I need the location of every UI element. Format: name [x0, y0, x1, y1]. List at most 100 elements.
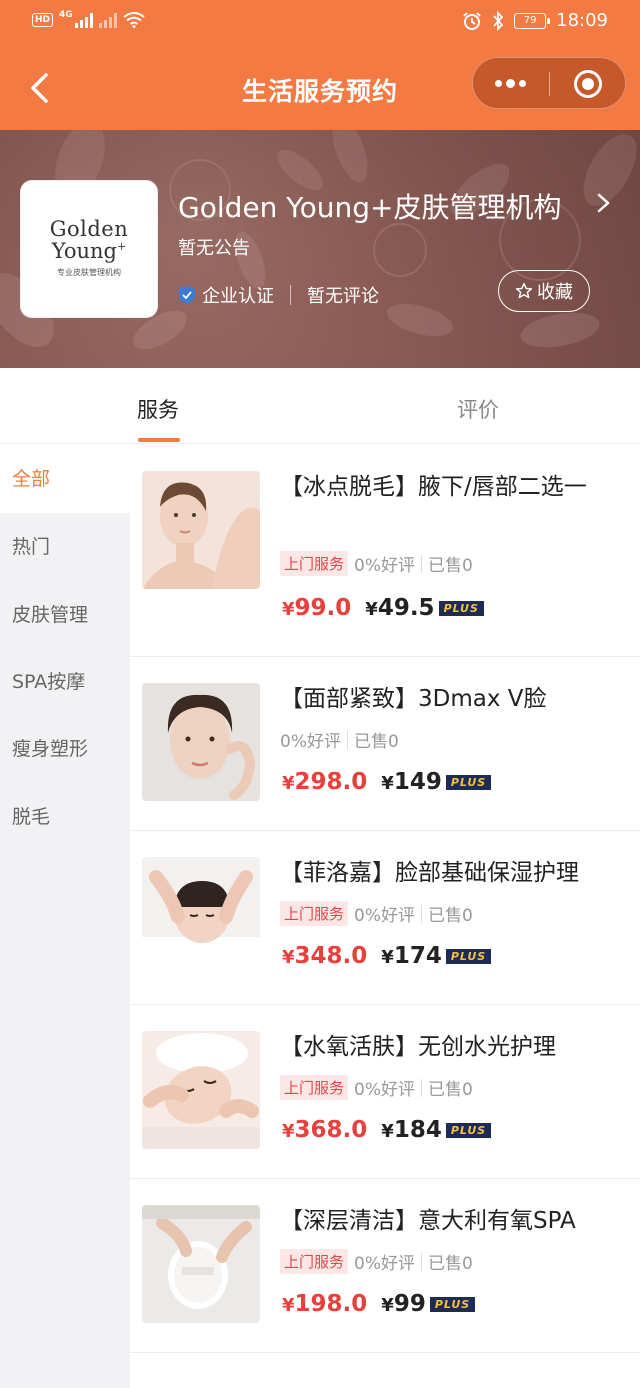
tab-bar: 服务 评价: [0, 368, 640, 444]
product-item[interactable]: 【水氧活肤】无创水光护理 上门服务 0%好评 已售0 ¥368.0 ¥184 P…: [130, 1005, 640, 1179]
price-row: ¥198.0 ¥99 PLUS: [282, 1291, 476, 1317]
shop-name[interactable]: Golden Young+皮肤管理机构: [178, 186, 562, 226]
status-bar: HD 4G 79 18:09: [0, 0, 640, 44]
category-hot[interactable]: 热门: [0, 513, 130, 581]
rating-text: 0%好评: [354, 1080, 415, 1100]
rating-text: 0%好评: [354, 556, 415, 576]
product-image: [142, 857, 260, 975]
sold-count: 已售0: [353, 732, 399, 752]
product-item[interactable]: 【深层清洁】意大利有氧SPA 上门服务 0%好评 已售0 ¥198.0 ¥99 …: [130, 1179, 640, 1353]
meta-divider: [421, 1078, 422, 1097]
favorite-button[interactable]: 收藏: [498, 270, 590, 312]
price-row: ¥368.0 ¥184 PLUS: [282, 1117, 492, 1143]
logo-text-2: Young+: [51, 239, 127, 263]
category-hair-removal[interactable]: 脱毛: [0, 783, 130, 851]
product-image: [142, 471, 260, 589]
plus-price: ¥184: [381, 1117, 442, 1143]
price: ¥198.0: [282, 1291, 368, 1317]
product-image: [142, 683, 260, 801]
home-service-tag: 上门服务: [280, 1075, 349, 1100]
review-label: 暂无评论: [307, 286, 379, 307]
price: ¥348.0: [282, 943, 368, 969]
battery-icon: 79: [514, 12, 551, 29]
cert-label: 企业认证: [202, 286, 274, 307]
logo-text-1: Golden: [49, 217, 129, 241]
shop-notice: 暂无公告: [178, 238, 250, 259]
product-item[interactable]: 【冰点脱毛】腋下/唇部二选一 上门服务 0%好评 已售0 ¥99.0 ¥49.5…: [130, 445, 640, 657]
close-miniprogram-icon[interactable]: [574, 70, 602, 98]
alarm-icon: [463, 11, 481, 30]
product-meta: 上门服务 0%好评 已售0: [280, 1249, 473, 1274]
plus-badge: PLUS: [438, 601, 484, 616]
cert-divider: [290, 285, 291, 305]
category-skin-care[interactable]: 皮肤管理: [0, 581, 130, 649]
chevron-right-icon[interactable]: [596, 192, 612, 214]
bluetooth-icon: [493, 10, 504, 31]
meta-divider: [346, 730, 348, 749]
home-service-tag: 上门服务: [280, 901, 349, 926]
category-body-shaping[interactable]: 瘦身塑形: [0, 715, 130, 783]
nav-bar: 生活服务预约: [0, 44, 640, 130]
product-title: 【菲洛嘉】脸部基础保湿护理: [280, 860, 579, 886]
plus-badge: PLUS: [445, 775, 492, 790]
hd-icon: HD: [32, 13, 54, 27]
rating-text: 0%好评: [354, 1254, 415, 1274]
signal-icon: [74, 12, 93, 28]
plus-badge: PLUS: [445, 949, 492, 964]
price: ¥99.0: [282, 595, 352, 621]
home-service-tag: 上门服务: [280, 551, 349, 576]
meta-divider: [421, 904, 422, 923]
price: ¥368.0: [282, 1117, 368, 1143]
plus-price: ¥49.5: [365, 595, 435, 621]
product-title: 【面部紧致】3Dmax V脸: [280, 686, 547, 712]
capsule-divider: [549, 72, 550, 96]
product-image: [142, 1031, 260, 1149]
clock: 18:09: [556, 10, 608, 31]
product-title: 【冰点脱毛】腋下/唇部二选一: [280, 474, 587, 500]
price: ¥298.0: [282, 769, 368, 795]
favorite-label: 收藏: [537, 282, 573, 303]
product-item[interactable]: 【菲洛嘉】脸部基础保湿护理 上门服务 0%好评 已售0 ¥348.0 ¥174 …: [130, 831, 640, 1005]
rating-text: 0%好评: [280, 732, 341, 752]
meta-divider: [421, 1252, 422, 1271]
plus-price: ¥99: [381, 1291, 426, 1317]
top-bar: HD 4G 79 18:09 生活服务预约: [0, 0, 640, 130]
wifi-icon: [123, 12, 145, 28]
meta-divider: [421, 554, 422, 573]
sold-count: 已售0: [428, 1080, 473, 1100]
sold-count: 已售0: [428, 556, 473, 576]
plus-price: ¥149: [381, 769, 442, 795]
product-title: 【水氧活肤】无创水光护理: [280, 1034, 556, 1060]
product-meta: 0%好评 已售0: [280, 727, 399, 752]
price-row: ¥348.0 ¥174 PLUS: [282, 943, 492, 969]
product-image: [142, 1205, 260, 1323]
product-meta: 上门服务 0%好评 已售0: [280, 1075, 473, 1100]
price-row: ¥298.0 ¥149 PLUS: [282, 769, 492, 795]
category-sidebar: 全部 热门 皮肤管理 SPA按摩 瘦身塑形 脱毛: [0, 445, 130, 1388]
network-type: 4G: [59, 10, 73, 20]
active-tab-indicator: [138, 438, 180, 442]
shop-banner: Golden Young+ 专业皮肤管理机构 Golden Young+皮肤管理…: [0, 130, 640, 368]
price-row: ¥99.0 ¥49.5 PLUS: [282, 595, 484, 621]
logo-subtitle: 专业皮肤管理机构: [57, 268, 121, 277]
shop-logo[interactable]: Golden Young+ 专业皮肤管理机构: [20, 180, 158, 318]
plus-badge: PLUS: [429, 1297, 476, 1312]
star-icon: [515, 282, 533, 299]
product-title: 【深层清洁】意大利有氧SPA: [280, 1208, 576, 1234]
sold-count: 已售0: [428, 1254, 473, 1274]
category-all[interactable]: 全部: [0, 445, 130, 513]
tab-services[interactable]: 服务: [137, 394, 179, 424]
mini-program-capsule: [472, 57, 626, 109]
rating-text: 0%好评: [354, 906, 415, 926]
shield-icon: [179, 286, 195, 304]
more-icon[interactable]: [495, 79, 526, 88]
sold-count: 已售0: [428, 906, 473, 926]
shop-cert-row: 企业认证 暂无评论: [178, 282, 379, 308]
product-item[interactable]: 【面部紧致】3Dmax V脸 0%好评 已售0 ¥298.0 ¥149 PLUS: [130, 657, 640, 831]
signal-2-icon: [98, 12, 117, 28]
category-spa-massage[interactable]: SPA按摩: [0, 648, 130, 716]
product-meta: 上门服务 0%好评 已售0: [280, 901, 473, 926]
plus-price: ¥174: [381, 943, 442, 969]
home-service-tag: 上门服务: [280, 1249, 349, 1274]
tab-reviews[interactable]: 评价: [457, 394, 499, 424]
